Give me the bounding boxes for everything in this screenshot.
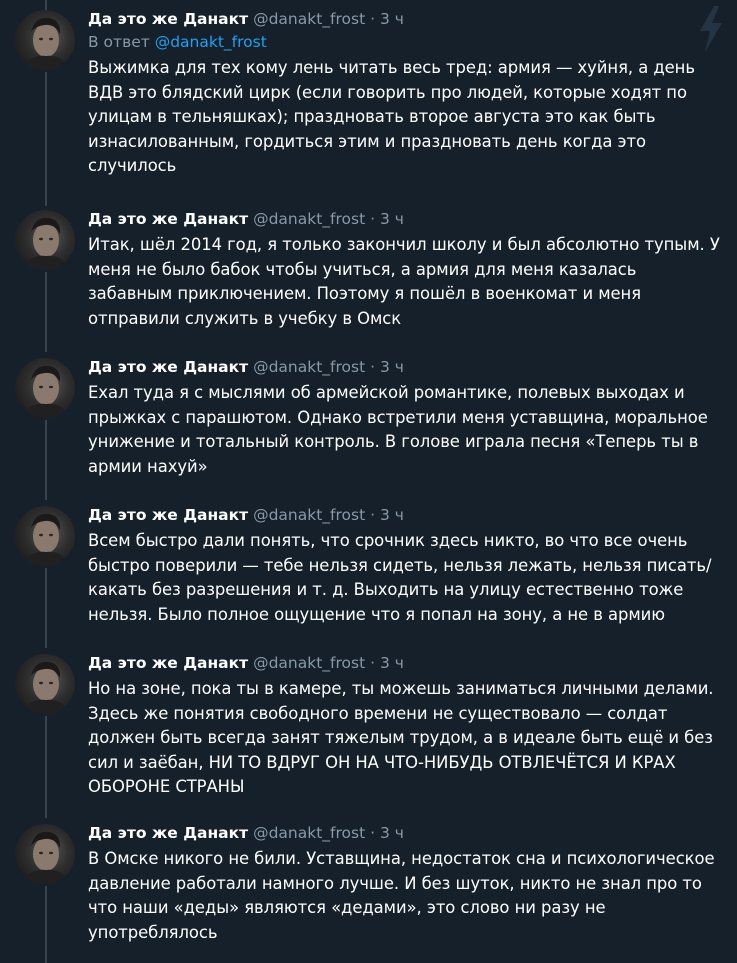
timestamp[interactable]: 3 ч [380,506,404,524]
author-handle[interactable]: @danakt_frost [253,506,365,524]
author-handle[interactable]: @danakt_frost [253,654,365,672]
tweet-text: В Омске никого не били. Уставщина, недос… [88,849,715,942]
timestamp[interactable]: 3 ч [380,210,404,228]
tweet-text: Выжимка для тех кому лень читать весь тр… [88,58,695,175]
tweet-header: Да это же Данакт @danakt_frost · 3 ч [88,356,721,378]
author-name[interactable]: Да это же Данакт [88,358,248,376]
reply-to-label: В ответ [88,33,155,51]
tweet-text: Ехал туда я с мыслями об армейской роман… [88,383,708,476]
tweet-header: Да это же Данакт @danakt_frost · 3 ч [88,208,721,230]
separator-dot: · [370,10,376,28]
reply-to: В ответ @danakt_frost [88,31,721,53]
avatar[interactable] [15,824,75,884]
author-handle[interactable]: @danakt_frost [253,210,365,228]
avatar[interactable] [15,210,75,270]
tweet-text: Но на зоне, пока ты в камере, ты можешь … [88,679,714,796]
author-name[interactable]: Да это же Данакт [88,654,248,672]
separator-dot: · [370,506,376,524]
thread-line [45,0,47,10]
avatar[interactable] [15,506,75,566]
thread-line [45,716,47,818]
reply-to-handle-link[interactable]: @danakt_frost [155,33,267,51]
tweet-header: Да это же Данакт @danakt_frost · 3 ч [88,8,721,30]
tweet-header: Да это же Данакт @danakt_frost · 3 ч [88,822,721,844]
separator-dot: · [370,358,376,376]
avatar[interactable] [15,10,75,70]
thread-line [45,72,47,206]
tweet-header: Да это же Данакт @danakt_frost · 3 ч [88,504,721,526]
author-handle[interactable]: @danakt_frost [253,358,365,376]
avatar[interactable] [15,654,75,714]
author-name[interactable]: Да это же Данакт [88,506,248,524]
timestamp[interactable]: 3 ч [380,824,404,842]
tweet-header: Да это же Данакт @danakt_frost · 3 ч [88,652,721,674]
timestamp[interactable]: 3 ч [380,654,404,672]
author-name[interactable]: Да это же Данакт [88,824,248,842]
author-name[interactable]: Да это же Данакт [88,10,248,28]
tweet-text: Всем быстро дали понять, что срочник зде… [88,531,712,624]
timestamp[interactable]: 3 ч [380,358,404,376]
author-name[interactable]: Да это же Данакт [88,210,248,228]
avatar[interactable] [15,358,75,418]
author-handle[interactable]: @danakt_frost [253,824,365,842]
separator-dot: · [370,824,376,842]
thread-line [45,420,47,500]
separator-dot: · [370,210,376,228]
thread-line [45,886,47,963]
thread-line [45,272,47,352]
timestamp[interactable]: 3 ч [380,10,404,28]
author-handle[interactable]: @danakt_frost [253,10,365,28]
thread-line [45,568,47,648]
separator-dot: · [370,654,376,672]
tweet-text: Итак, шёл 2014 год, я только закончил шк… [88,235,720,328]
